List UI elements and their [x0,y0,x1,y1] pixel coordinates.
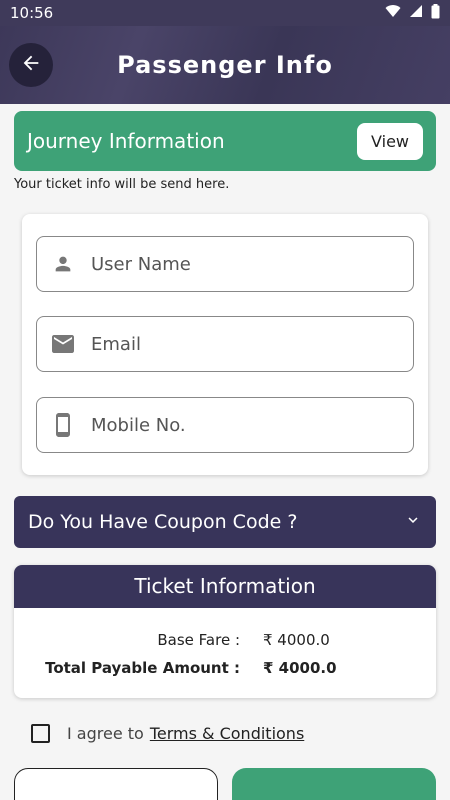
total-payable-value: ₹ 4000.0 [263,659,337,677]
journey-info-title: Journey Information [27,129,225,153]
secondary-action-button[interactable] [14,768,218,800]
email-icon [51,332,75,356]
terms-link[interactable]: Terms & Conditions [150,724,304,743]
battery-icon [431,3,440,23]
status-icons [385,3,440,23]
passenger-form-card: User Name Email Mobile No. [22,214,428,475]
base-fare-label: Base Fare : [157,631,240,649]
chevron-down-icon [404,511,422,534]
arrow-left-icon [20,52,42,78]
ticket-info-title: Ticket Information [14,565,436,608]
terms-checkbox[interactable] [31,724,50,743]
username-placeholder: User Name [91,253,191,275]
view-button[interactable]: View [357,122,423,160]
total-payable-label: Total Payable Amount : [45,659,240,677]
primary-action-button[interactable] [232,768,436,800]
email-field[interactable]: Email [36,316,414,372]
page-title: Passenger Info [117,51,333,79]
back-button[interactable] [9,43,53,87]
username-field[interactable]: User Name [36,236,414,292]
coupon-label: Do You Have Coupon Code ? [28,511,298,533]
phone-icon [51,413,75,437]
ticket-info-card: Ticket Information Base Fare : ₹ 4000.0 … [14,565,436,698]
terms-agreement: I agree to Terms & Conditions [31,724,304,743]
wifi-icon [385,4,401,22]
status-time: 10:56 [10,4,54,22]
agree-text: I agree to [67,724,144,743]
email-placeholder: Email [91,333,141,355]
app-bar: Passenger Info [0,26,450,104]
coupon-toggle[interactable]: Do You Have Coupon Code ? [14,496,436,548]
status-bar: 10:56 [0,0,450,26]
ticket-info-note: Your ticket info will be send here. [14,177,230,192]
mobile-placeholder: Mobile No. [91,414,186,436]
journey-info-card: Journey Information View [14,111,436,171]
person-icon [51,252,75,276]
mobile-field[interactable]: Mobile No. [36,397,414,453]
base-fare-value: ₹ 4000.0 [263,631,330,649]
signal-icon [409,4,423,22]
